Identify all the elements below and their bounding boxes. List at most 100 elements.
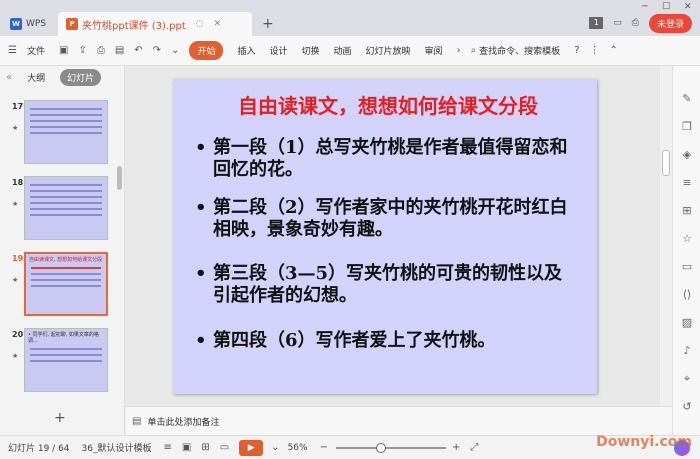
zoom-in-icon[interactable]: + [452,442,460,453]
bullet-item: • 第二段（2）写作者家中的夹竹桃开花时红白相映，景象奇妙有趣。 [195,197,573,241]
redo-icon[interactable]: ↷ [153,45,161,56]
zoom-slider[interactable] [335,442,446,453]
bullet-text: 第一段（1）总写夹竹桃是作者最值得留恋和回忆的花。 [213,137,568,180]
audio-icon[interactable]: ♪ [680,344,694,358]
scrollbar-thumb[interactable] [662,150,670,176]
help-icon[interactable]: ? [574,45,579,56]
wps-home-tab[interactable]: W WPS [6,14,54,34]
tab-outline[interactable]: 大纲 [20,69,52,86]
image-icon[interactable]: ▨ [680,316,694,330]
document-title: 夹竹桃ppt课件 (3).ppt [82,20,186,32]
slide-number: 20 [12,330,24,339]
bullet-item: • 第四段（6）写作者爱上了夹竹桃。 [195,330,573,352]
slide-counter: 幻灯片 19 / 64 [8,444,70,454]
shapes-icon[interactable]: ◈ [680,148,694,162]
template-name[interactable]: 36_默认设计模板 [82,441,152,454]
zoom-slider-knob[interactable] [375,442,386,453]
history-icon[interactable]: ↺ [680,400,694,414]
slide-number: 19 [12,254,24,263]
slide-thumbnail-17[interactable]: 17 ★ [10,100,110,168]
layout-icon[interactable]: ▭ [613,18,622,28]
tab-start[interactable]: 开始 [189,41,224,60]
current-slide[interactable]: 自由读课文，想想如何给课文分段 • 第一段（1）总写夹竹桃是作者最值得留恋和回忆的… [173,79,597,394]
transform-icon[interactable]: ⊞ [680,204,694,218]
tab-slides[interactable]: 幻灯片 [60,68,102,86]
watermark: Downyi.com [596,434,692,450]
tab-animation[interactable]: 动画 [334,44,352,57]
thumbnail-image: 自由读课文, 想想如何给课文分段 [24,252,108,316]
fit-window-icon[interactable]: ⤢ [470,442,478,453]
pin-icon[interactable]: ⌖ [680,372,694,386]
bullet-text: 第四段（6）写作者爱上了夹竹桃。 [213,330,496,351]
notes-area[interactable]: ▤ 单击此处添加备注 [126,406,672,435]
status-bar: 幻灯片 19 / 64 36_默认设计模板 ≡ ▣ ⊞ ▭ ▶ ⌄ 56% − … [0,435,700,459]
star-icon[interactable]: ☆ [680,232,694,246]
tab-pin-icon[interactable]: ◌ [196,19,204,29]
login-button[interactable]: 未登录 [648,13,692,33]
share-icon[interactable]: ⎙ [632,18,639,28]
slide-panel-scrollbar[interactable] [117,166,122,190]
slide-thumbnail-20[interactable]: 20 ★ • 同学们, 起初聊, 如果文章的格调... [10,328,110,396]
more-icon[interactable]: ⌄ [171,45,179,56]
undo-icon[interactable]: ↶ [134,45,142,56]
count-badge[interactable]: 1 [589,17,604,29]
command-search[interactable]: 查找命令、搜索模板 [479,44,560,57]
ribbon-more-icon[interactable]: ⋮ [590,45,600,56]
collapse-panel-icon[interactable]: « [6,72,12,83]
slide-thumbnail-18[interactable]: 18 ★ [10,176,110,244]
wps-tab-label: WPS [26,19,47,29]
tab-design[interactable]: 设计 [269,44,287,57]
notes-placeholder[interactable]: 单击此处添加备注 [147,415,219,428]
thumbnail-image [24,176,108,240]
thumbnail-image: • 同学们, 起初聊, 如果文章的格调... [24,328,108,392]
ribbon-scroll-icon[interactable]: › [457,45,461,56]
play-slideshow-button[interactable]: ▶ [239,439,264,456]
wps-logo-icon: W [10,18,22,30]
new-tab-button[interactable]: + [262,16,274,32]
menu-icon[interactable]: ☰ [8,45,17,56]
tab-review[interactable]: 审阅 [425,44,443,57]
export-icon[interactable]: ⇪ [78,45,86,56]
slide-sorter-icon[interactable]: ⊞ [201,442,209,453]
editor-scrollbar[interactable] [660,66,672,406]
layout-icon[interactable]: ▭ [680,260,694,274]
notes-toggle-icon[interactable]: ≡ [163,442,171,453]
document-tab[interactable]: P 夹竹桃ppt课件 (3).ppt ◌ ✕ [58,12,252,36]
zoom-out-icon[interactable]: − [320,442,328,453]
play-options-icon[interactable]: ⌄ [271,442,279,453]
bullet-text: 第三段（3—5）写夹竹桃的可贵的韧性以及引起作者的幻想。 [213,263,563,306]
add-slide-button[interactable]: + [54,410,66,426]
tab-insert[interactable]: 插入 [237,44,255,57]
animation-star-icon: ★ [12,352,19,360]
slide-title[interactable]: 自由读课文，想想如何给课文分段 [213,93,563,119]
copy-icon[interactable]: ❐ [680,120,694,134]
print-icon[interactable]: ⎙ [97,45,105,56]
slide-number: 18 [12,178,24,187]
reading-view-icon[interactable]: ▭ [220,442,229,453]
save-icon[interactable]: ▣ [59,45,68,56]
format-icon[interactable]: ✎ [680,92,694,106]
bullet-item: • 第一段（1）总写夹竹桃是作者最值得留恋和回忆的花。 [195,137,573,181]
animation-star-icon: ★ [12,200,19,208]
notes-icon: ▤ [132,415,142,427]
slide-thumbnail-19[interactable]: 19 ★ 自由读课文, 想想如何给课文分段 [10,252,110,320]
title-bar: W WPS P 夹竹桃ppt课件 (3).ppt ◌ ✕ + ─ ☐ ✕ 1 ▭… [0,0,700,36]
slide-panel: « 大纲 幻灯片 17 ★ 18 ★ 19 ★ 自由读课文, 想想如何给课文分段… [0,66,125,435]
adjust-icon[interactable]: ≡ [680,176,694,190]
right-sidebar: ✎ ❐ ◈ ≡ ⊞ ☆ ▭ ⟨⟩ ▨ ♪ ⌖ ↺ [672,66,700,435]
bullet-item: • 第三段（3—5）写夹竹桃的可贵的韧性以及引起作者的幻想。 [195,263,573,307]
bullet-text: 第二段（2）写作者家中的夹竹桃开花时红白相映，景象奇妙有趣。 [213,197,568,240]
tab-close-icon[interactable]: ✕ [214,19,222,29]
ribbon-toolbar: ☰ 文件 ▣ ⇪ ⎙ ▤ ↶ ↷ ⌄ 开始 插入 设计 切换 动画 幻灯片放映 … [0,36,700,66]
tab-transition[interactable]: 切换 [302,44,320,57]
preview-icon[interactable]: ▤ [115,45,124,56]
thumbnail-image [24,100,108,164]
search-icon[interactable]: ⌕ [471,45,477,56]
collapse-ribbon-icon[interactable]: ⌃ [610,45,618,56]
file-menu[interactable]: 文件 [27,44,45,57]
normal-view-icon[interactable]: ▣ [182,442,191,453]
code-icon[interactable]: ⟨⟩ [680,288,694,302]
zoom-level[interactable]: 56% [288,443,308,453]
tab-slideshow[interactable]: 幻灯片放映 [366,44,411,57]
animation-star-icon: ★ [12,276,19,284]
